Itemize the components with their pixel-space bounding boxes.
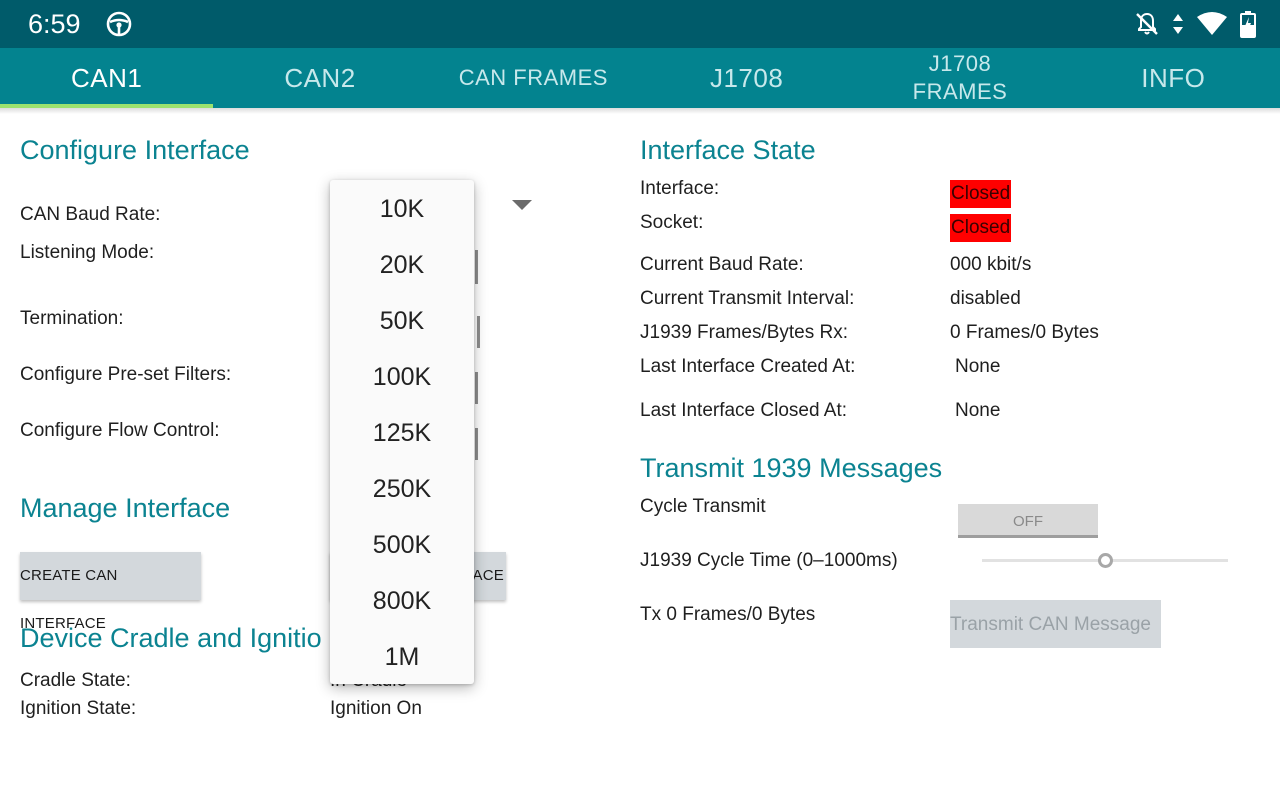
cradle-state-label: Cradle State: xyxy=(20,670,131,691)
closed-at-label: Last Interface Closed At: xyxy=(640,400,848,421)
listening-mode-label: Listening Mode: xyxy=(20,242,155,263)
wifi-icon xyxy=(1197,12,1227,35)
status-time: 6:59 xyxy=(28,9,81,39)
baud-option-250k[interactable]: 250K xyxy=(330,461,474,517)
tab-can1[interactable]: CAN1 xyxy=(0,48,214,108)
created-at-value: None xyxy=(955,356,1001,377)
transmit-interval-value: disabled xyxy=(950,288,1021,309)
closed-at-value: None xyxy=(955,400,1001,421)
cycle-transmit-label: Cycle Transmit xyxy=(640,496,766,517)
socket-label: Socket: xyxy=(640,212,704,233)
baud-option-100k[interactable]: 100K xyxy=(330,349,474,405)
tab-info[interactable]: INFO xyxy=(1067,48,1280,108)
create-can-interface-button[interactable]: CREATE CAN INTERFACE xyxy=(20,552,201,632)
ignition-state-value: Ignition On xyxy=(330,698,422,719)
interface-label: Interface: xyxy=(640,178,720,199)
listening-mode-switch[interactable] xyxy=(475,250,478,284)
cycle-transmit-toggle[interactable]: OFF xyxy=(958,504,1098,538)
socket-status-badge: Closed xyxy=(950,214,1012,242)
tab-shadow xyxy=(0,108,1280,114)
tab-label: CAN1 xyxy=(70,63,143,93)
interface-status-badge: Closed xyxy=(950,180,1012,208)
tx-status-label: Tx 0 Frames/0 Bytes xyxy=(640,604,816,625)
interface-state-title: Interface State xyxy=(640,135,816,165)
current-baud-label: Current Baud Rate: xyxy=(640,254,804,275)
manage-interface-title: Manage Interface xyxy=(20,493,231,523)
cycle-time-label: J1939 Cycle Time (0–1000ms) xyxy=(640,550,898,571)
notifications-off-icon xyxy=(1136,12,1158,35)
baud-option-500k[interactable]: 500K xyxy=(330,517,474,573)
cradle-ignition-title: Device Cradle and Ignitio xyxy=(20,623,322,653)
flow-control-label: Configure Flow Control: xyxy=(20,420,220,441)
battery-charging-icon xyxy=(1240,11,1256,38)
created-at-label: Last Interface Created At: xyxy=(640,356,856,377)
baud-option-800k[interactable]: 800K xyxy=(330,573,474,629)
status-bar: 6:59 xyxy=(0,0,1280,48)
configure-interface-title: Configure Interface xyxy=(20,135,250,165)
baud-option-20k[interactable]: 20K xyxy=(330,237,474,293)
transmit-can-message-button[interactable]: Transmit CAN Message xyxy=(950,600,1161,648)
steering-wheel-icon xyxy=(106,11,132,37)
current-baud-value: 000 kbit/s xyxy=(950,254,1032,275)
baud-rate-spinner-arrow-icon[interactable] xyxy=(512,200,532,210)
tab-j1708[interactable]: J1708 xyxy=(640,48,853,108)
preset-filters-switch[interactable] xyxy=(475,372,478,404)
termination-label: Termination: xyxy=(20,308,124,329)
tab-can-frames[interactable]: CAN FRAMES xyxy=(427,48,640,108)
termination-switch[interactable] xyxy=(477,316,480,348)
flow-control-switch[interactable] xyxy=(475,428,478,460)
ignition-state-label: Ignition State: xyxy=(20,698,137,719)
tab-label: J1708 xyxy=(709,63,784,93)
baud-option-1m[interactable]: 1M xyxy=(330,629,474,685)
tab-label: J1708 FRAMES xyxy=(912,51,1008,104)
frames-rx-label: J1939 Frames/Bytes Rx: xyxy=(640,322,849,343)
preset-filters-label: Configure Pre-set Filters: xyxy=(20,364,232,385)
data-arrows-icon xyxy=(1173,14,1183,34)
tab-j1708-frames[interactable]: J1708 FRAMES xyxy=(853,48,1066,108)
baud-option-50k[interactable]: 50K xyxy=(330,293,474,349)
baud-rate-label: CAN Baud Rate: xyxy=(20,204,161,225)
tab-label: INFO xyxy=(1141,63,1206,93)
cycle-time-slider-thumb[interactable] xyxy=(1097,553,1113,568)
status-icons xyxy=(1134,10,1256,38)
transmit-interval-label: Current Transmit Interval: xyxy=(640,288,855,309)
tab-can2[interactable]: CAN2 xyxy=(213,48,426,108)
baud-option-10k[interactable]: 10K xyxy=(330,181,474,237)
baud-rate-dropdown: 10K 20K 50K 100K 125K 250K 500K 800K 1M xyxy=(330,180,474,684)
transmit-messages-title: Transmit 1939 Messages xyxy=(640,453,943,483)
frames-rx-value: 0 Frames/0 Bytes xyxy=(950,322,1099,343)
baud-option-125k[interactable]: 125K xyxy=(330,405,474,461)
tab-label: CAN2 xyxy=(284,63,356,93)
tab-bar: CAN1 CAN2 CAN FRAMES J1708 J1708 FRAMES … xyxy=(0,48,1280,108)
tab-label: CAN FRAMES xyxy=(458,65,608,90)
